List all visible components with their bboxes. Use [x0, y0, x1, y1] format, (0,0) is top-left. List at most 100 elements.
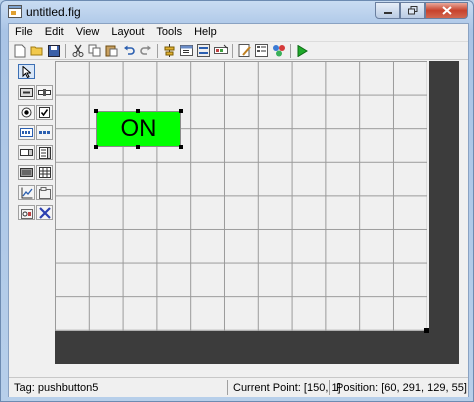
- object-browser-button[interactable]: [270, 43, 287, 59]
- toolbar-separator: [232, 43, 233, 58]
- axes-tool[interactable]: [18, 185, 35, 200]
- resize-handle[interactable]: [179, 109, 183, 113]
- new-button[interactable]: [11, 43, 28, 59]
- menu-edit[interactable]: Edit: [39, 24, 70, 41]
- toolbar-separator: [65, 43, 66, 58]
- menu-view[interactable]: View: [70, 24, 106, 41]
- activex-tool[interactable]: [36, 205, 53, 220]
- resize-handle[interactable]: [136, 109, 140, 113]
- push-button-tool[interactable]: [18, 85, 35, 100]
- tab-order-button[interactable]: [195, 43, 212, 59]
- paste-icon: [105, 45, 118, 57]
- menu-editor-button[interactable]: [178, 43, 195, 59]
- close-button[interactable]: [425, 2, 468, 19]
- toolbar-separator: [157, 43, 158, 58]
- slider-tool[interactable]: [36, 85, 53, 100]
- on-push-button[interactable]: ON: [96, 111, 181, 147]
- client-area: File Edit View Layout Tools Help ON Tag:…: [8, 23, 469, 397]
- menu-file[interactable]: File: [9, 24, 39, 41]
- table-icon: [38, 167, 51, 178]
- property-inspector-icon: [255, 44, 268, 57]
- minimize-icon: [383, 11, 392, 14]
- window-title: untitled.fig: [26, 5, 81, 19]
- resize-handle[interactable]: [136, 145, 140, 149]
- cut-button[interactable]: [69, 43, 86, 59]
- button-group-tool[interactable]: [18, 205, 35, 220]
- redo-button[interactable]: [137, 43, 154, 59]
- button-group-icon: [20, 208, 33, 219]
- minimize-button[interactable]: [375, 2, 400, 19]
- on-button-label: ON: [120, 115, 157, 142]
- toolbar-editor-icon: [213, 44, 228, 54]
- static-text-icon: [39, 131, 50, 134]
- push-button-icon: [20, 88, 33, 97]
- layout-area: ON: [55, 61, 459, 364]
- grid-edge: [427, 61, 429, 331]
- edit-text-icon: [20, 128, 33, 137]
- copy-button[interactable]: [86, 43, 103, 59]
- cut-icon: [72, 44, 83, 57]
- right-margin: [459, 61, 468, 368]
- table-tool[interactable]: [36, 165, 53, 180]
- resize-handle[interactable]: [179, 145, 183, 149]
- listbox-tool[interactable]: [36, 145, 53, 160]
- maximize-button[interactable]: [400, 2, 425, 19]
- status-current-point: Current Point: [150, 1]: [233, 382, 341, 394]
- run-button[interactable]: [294, 43, 311, 59]
- menu-help[interactable]: Help: [188, 24, 223, 41]
- mfile-editor-button[interactable]: [236, 43, 253, 59]
- status-position: Position: [60, 291, 129, 55]: [336, 382, 467, 394]
- menu-layout[interactable]: Layout: [105, 24, 150, 41]
- layout-grid[interactable]: [55, 61, 427, 331]
- toggle-button-tool[interactable]: [18, 165, 35, 180]
- edit-text-tool[interactable]: [18, 125, 35, 140]
- toolbar-editor-button[interactable]: [212, 43, 229, 59]
- toolbar-separator: [290, 43, 291, 58]
- save-icon: [47, 44, 60, 57]
- property-inspector-button[interactable]: [253, 43, 270, 59]
- select-tool[interactable]: [18, 64, 35, 79]
- toggle-button-icon: [20, 168, 33, 177]
- status-tag: Tag: pushbutton5: [14, 382, 99, 394]
- popup-menu-tool[interactable]: [18, 145, 35, 160]
- restore-icon: [407, 6, 417, 15]
- object-browser-icon: [272, 45, 285, 57]
- align-objects-button[interactable]: [161, 43, 178, 59]
- component-palette: [9, 60, 55, 368]
- resize-handle[interactable]: [94, 145, 98, 149]
- status-separator: [329, 380, 330, 395]
- radio-button-tool[interactable]: [18, 105, 35, 120]
- select-arrow-icon: [22, 65, 31, 78]
- panel-tool[interactable]: [36, 185, 53, 200]
- radio-button-icon: [21, 107, 32, 118]
- paste-button[interactable]: [103, 43, 120, 59]
- save-button[interactable]: [45, 43, 62, 59]
- figure-file-icon: [8, 5, 22, 18]
- activex-icon: [38, 206, 51, 219]
- align-icon: [164, 44, 175, 57]
- guide-window: untitled.fig File Edit View Layout Tools…: [0, 0, 474, 402]
- copy-icon: [88, 44, 101, 57]
- window-controls: [375, 2, 468, 20]
- undo-button[interactable]: [120, 43, 137, 59]
- menu-bar: File Edit View Layout Tools Help: [9, 24, 468, 41]
- status-bar: Tag: pushbutton5 Current Point: [150, 1]…: [9, 377, 468, 397]
- tab-order-icon: [197, 44, 210, 57]
- resize-handle[interactable]: [94, 109, 98, 113]
- figure-resize-handle[interactable]: [424, 328, 429, 333]
- title-bar[interactable]: untitled.fig: [1, 1, 473, 23]
- listbox-icon: [38, 146, 51, 159]
- new-file-icon: [14, 44, 25, 57]
- run-icon: [297, 44, 308, 57]
- static-text-tool[interactable]: [36, 125, 53, 140]
- undo-icon: [123, 45, 135, 55]
- axes-icon: [21, 187, 33, 198]
- mfile-editor-icon: [238, 44, 251, 57]
- menu-tools[interactable]: Tools: [150, 24, 188, 41]
- redo-icon: [139, 45, 151, 55]
- status-separator: [227, 380, 228, 395]
- check-box-tool[interactable]: [36, 105, 53, 120]
- panel-icon: [38, 186, 51, 199]
- open-button[interactable]: [28, 43, 45, 59]
- menu-editor-icon: [180, 45, 193, 56]
